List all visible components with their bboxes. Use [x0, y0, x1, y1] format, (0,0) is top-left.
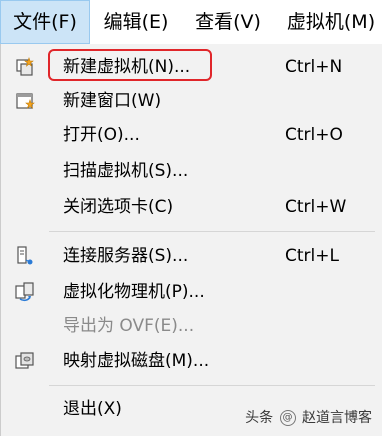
menu-vm[interactable]: 虚拟机(M): [280, 0, 382, 44]
menu-item-label: 连接服务器(S)...: [63, 246, 189, 266]
menu-file[interactable]: 文件(F): [0, 0, 90, 44]
watermark-author: 赵道言博客: [302, 410, 372, 426]
watermark-prefix: 头条: [245, 410, 274, 426]
menu-item-label: 新建窗口(W): [63, 91, 162, 111]
menu-view[interactable]: 查看(V): [186, 0, 270, 44]
menu-item-label: 扫描虚拟机(S)...: [63, 161, 189, 181]
watermark: 头条 @ 赵道言博客: [245, 406, 372, 430]
menu-item-shortcut: Ctrl+W: [285, 197, 347, 217]
menu-item-close-tab[interactable]: 关闭选项卡(C) Ctrl+W: [1, 190, 381, 224]
virtualize-physical-icon: [15, 282, 35, 302]
menu-item-shortcut: Ctrl+L: [285, 246, 339, 266]
menu-item-label: 映射虚拟磁盘(M)...: [63, 351, 210, 371]
menu-bar: 文件(F) 编辑(E) 查看(V) 虚拟机(M): [0, 0, 382, 45]
app-window: 文件(F) 编辑(E) 查看(V) 虚拟机(M) 新建虚拟机(N)... Ctr…: [0, 0, 382, 436]
menu-item-label: 导出为 OVF(E)...: [63, 316, 195, 336]
highlight-annotation: [48, 49, 212, 81]
menu-item-export-ovf: 导出为 OVF(E)...: [1, 309, 381, 343]
file-dropdown-menu: 新建虚拟机(N)... Ctrl+N 新建窗口(W) 打开(O)... Ctrl…: [0, 44, 382, 436]
menu-item-virtualize-physical[interactable]: 虚拟化物理机(P)...: [1, 275, 381, 309]
new-vm-icon: [15, 57, 35, 77]
menu-item-new-window[interactable]: 新建窗口(W): [1, 84, 381, 118]
menu-item-open[interactable]: 打开(O)... Ctrl+O: [1, 118, 381, 152]
menu-item-label: 虚拟化物理机(P)...: [63, 282, 205, 302]
menu-edit[interactable]: 编辑(E): [96, 0, 176, 44]
menu-item-label: 打开(O)...: [63, 125, 140, 145]
menu-item-shortcut: Ctrl+N: [285, 57, 343, 77]
menu-item-shortcut: Ctrl+O: [285, 125, 343, 145]
menu-item-scan-vm[interactable]: 扫描虚拟机(S)...: [1, 154, 381, 188]
new-window-icon: [15, 91, 35, 111]
menu-separator: [49, 231, 375, 232]
menu-item-label: 关闭选项卡(C): [63, 197, 174, 217]
menu-separator: [49, 385, 375, 386]
map-disk-icon: [15, 351, 35, 371]
connect-server-icon: [15, 246, 35, 266]
watermark-at: @: [279, 410, 296, 426]
menu-item-connect-server[interactable]: 连接服务器(S)... Ctrl+L: [1, 239, 381, 273]
menu-item-map-disk[interactable]: 映射虚拟磁盘(M)...: [1, 344, 381, 378]
menu-item-label: 退出(X): [63, 399, 122, 419]
